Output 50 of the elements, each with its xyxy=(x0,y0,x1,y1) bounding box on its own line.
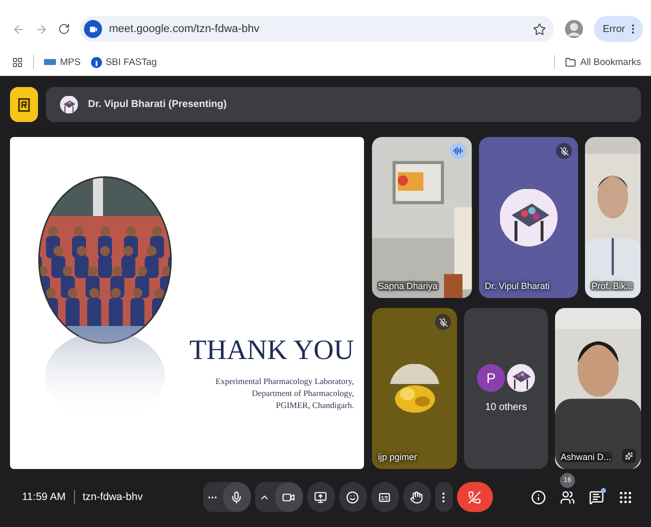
url-text: meet.google.com/tzn-fdwa-bhv xyxy=(109,23,260,35)
info-favicon-icon xyxy=(90,56,102,68)
captions-button[interactable] xyxy=(370,482,399,512)
others-tile[interactable]: P 10 others xyxy=(464,308,548,469)
participant-name: ijp pgimer xyxy=(377,452,418,462)
captions-icon xyxy=(378,490,392,504)
avatar-letter: P xyxy=(476,364,505,392)
bookmark-link[interactable]: MPS xyxy=(44,56,81,68)
camera-icon xyxy=(282,490,296,504)
slide-title: THANK YOU xyxy=(189,337,354,365)
microphone-button[interactable] xyxy=(222,482,251,512)
slide-text-line: PGIMER, Chandigarh. xyxy=(276,399,354,411)
meeting-time: 11:59 AM xyxy=(22,491,66,503)
reload-icon[interactable] xyxy=(58,23,70,35)
video-tile[interactable]: Sapna Dhariya xyxy=(372,137,472,298)
slide-text-line: Experimental Pharmacology Laboratory, xyxy=(216,375,354,387)
presenter-name: Dr. Vipul Bharati (Presenting) xyxy=(88,99,227,110)
reactions-button[interactable] xyxy=(338,482,367,512)
all-bookmarks-link[interactable]: All Bookmarks xyxy=(565,56,641,68)
bookmark-star-icon[interactable] xyxy=(532,22,546,36)
present-button[interactable] xyxy=(306,482,335,512)
participant-name: Dr. Vipul Bharati xyxy=(484,281,551,291)
more-options-button[interactable] xyxy=(434,482,453,512)
address-bar[interactable]: meet.google.com/tzn-fdwa-bhv xyxy=(80,16,554,42)
site-icon xyxy=(84,20,102,38)
raise-hand-button[interactable] xyxy=(402,482,431,512)
others-count: 10 others xyxy=(485,402,527,413)
profile-avatar-icon[interactable] xyxy=(564,19,584,39)
smiley-icon xyxy=(346,490,360,504)
camera-button[interactable] xyxy=(274,482,303,512)
info-icon[interactable] xyxy=(531,490,546,504)
participant-tile[interactable]: Dr. Vipul Bharati xyxy=(478,137,578,298)
apps-grid-icon[interactable] xyxy=(618,490,633,504)
folder-icon xyxy=(565,56,576,68)
bookmark-link[interactable]: SBI FASTag xyxy=(90,56,157,68)
leave-call-button[interactable] xyxy=(456,482,493,512)
video-tile[interactable]: Ashwani D... xyxy=(554,308,641,469)
bookmark-favicon-icon xyxy=(44,59,56,65)
profile-error-button[interactable]: Error xyxy=(594,16,643,42)
people-icon[interactable] xyxy=(560,490,575,504)
slide-text-line: Department of Pharmacology, xyxy=(252,387,354,399)
apps-icon[interactable] xyxy=(12,56,23,68)
meeting-code: tzn-fdwa-bhv xyxy=(82,491,143,503)
participant-tile[interactable]: ijp pgimer xyxy=(372,308,458,469)
phone-icon xyxy=(468,490,482,504)
microphone-icon xyxy=(230,490,244,504)
chat-icon[interactable] xyxy=(589,490,604,504)
presentation-icon[interactable] xyxy=(10,87,38,122)
screen-share-icon xyxy=(314,490,328,504)
hand-icon xyxy=(410,490,424,504)
